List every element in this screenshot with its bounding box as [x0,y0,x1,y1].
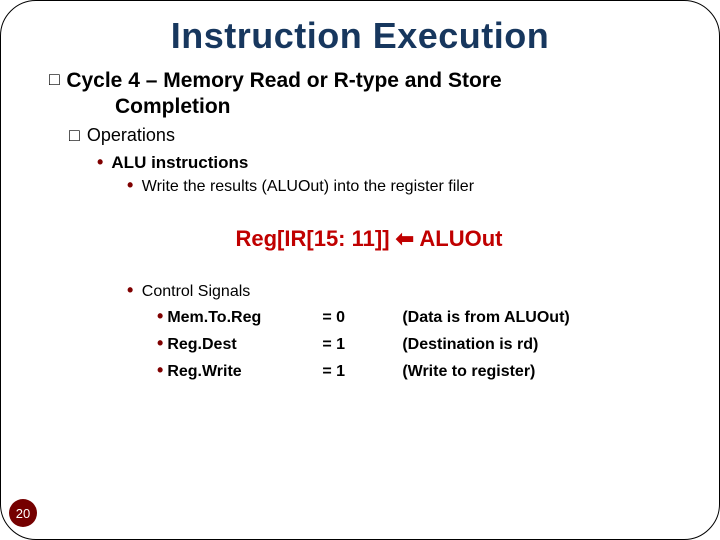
signal-name: Reg.Dest [167,333,322,357]
control-signals-row: • Control Signals [127,280,689,301]
cycle-heading: Cycle 4 – Memory Read or R-type and Stor… [66,69,501,92]
signal-name: Reg.Write [167,360,322,384]
operations-label: Operations [87,125,175,145]
alu-row: • ALU instructions [97,152,689,173]
arrow-left-icon: ⬅ [396,226,414,251]
cycle-rest: Memory Read or R-type and Store [163,69,501,92]
signal-row: • Reg.Dest = 1 (Destination is rd) [157,330,689,357]
cycle-heading-cont: Completion [115,95,689,119]
dot-bullet-icon: • [157,303,163,330]
signal-desc: (Write to register) [402,360,535,384]
signal-row: • Mem.To.Reg = 0 (Data is from ALUOut) [157,303,689,330]
reg-right: ALUOut [419,226,502,251]
dot-bullet-icon: • [127,280,133,301]
write-row: • Write the results (ALUOut) into the re… [127,175,689,196]
signal-value: = 1 [322,360,402,384]
register-expression: Reg[IR[15: 11]] ⬅ ALUOut [49,226,689,252]
dot-bullet-icon: • [157,357,163,384]
slide-frame: Instruction Execution □ Cycle 4 – Memory… [0,0,720,540]
reg-left: Reg[IR[15: 11]] [236,226,390,251]
square-bullet-icon: □ [69,125,80,146]
square-bullet-icon: □ [49,69,60,90]
signal-value: = 0 [322,306,402,330]
control-signals-table: • Mem.To.Reg = 0 (Data is from ALUOut) •… [157,303,689,384]
alu-label: ALU instructions [111,153,248,172]
cycle-sep: – [140,69,163,92]
slide-content: □ Cycle 4 – Memory Read or R-type and St… [1,57,719,384]
signal-value: = 1 [322,333,402,357]
slide-title: Instruction Execution [1,15,719,57]
cycle-heading-row: □ Cycle 4 – Memory Read or R-type and St… [49,69,689,93]
page-number: 20 [16,506,30,521]
cycle-prefix: Cycle 4 [66,69,140,92]
control-signals-label: Control Signals [142,283,251,300]
signal-desc: (Destination is rd) [402,333,538,357]
dot-bullet-icon: • [157,330,163,357]
write-text: Write the results (ALUOut) into the regi… [142,178,474,195]
operations-row: □ Operations [69,125,689,146]
signal-name: Mem.To.Reg [167,306,322,330]
signal-desc: (Data is from ALUOut) [402,306,569,330]
dot-bullet-icon: • [97,152,103,173]
dot-bullet-icon: • [127,175,133,196]
page-number-badge: 20 [9,499,37,527]
signal-row: • Reg.Write = 1 (Write to register) [157,357,689,384]
